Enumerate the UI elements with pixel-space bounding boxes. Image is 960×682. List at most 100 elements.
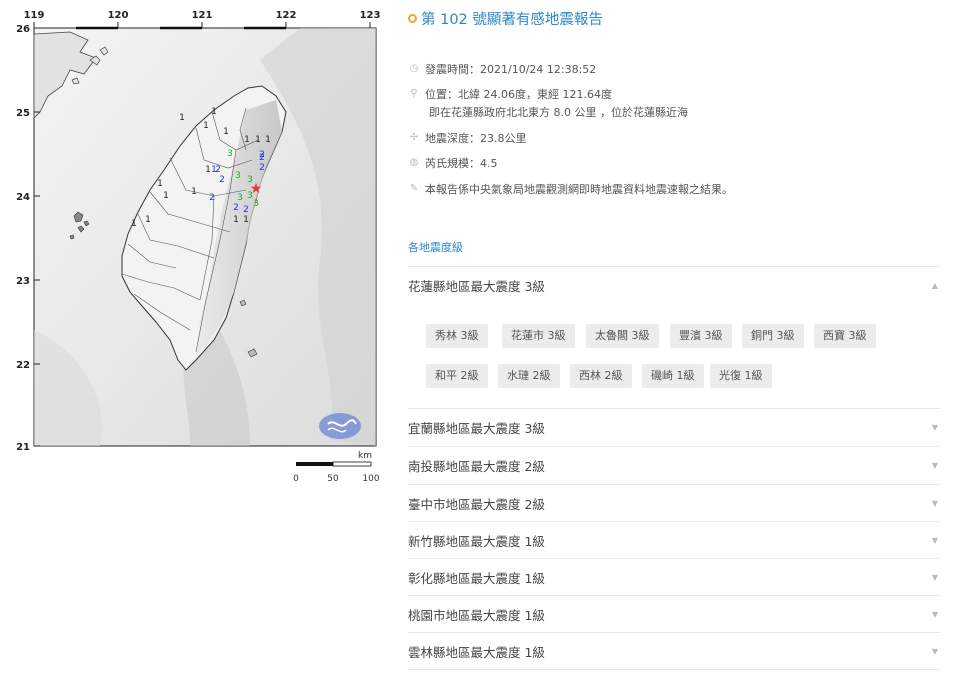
origin-time-text: 發震時間：2021/10/24 12:38:52 xyxy=(425,63,597,76)
intensity-map-graphic: 119 120 121 122 123 262524232221 11 111111 111… xyxy=(16,10,381,484)
chevron-down-icon: ▼ xyxy=(931,499,938,508)
station-intensity-mark: 2 xyxy=(219,175,225,185)
station-intensity-mark: 2 xyxy=(233,203,239,213)
svg-text:km: km xyxy=(358,451,372,461)
report-title-text: 第 102 號顯著有感地震報告 xyxy=(421,12,603,28)
station-tag: 銅門 3級 xyxy=(742,324,804,348)
station-intensity-mark: 1 xyxy=(203,121,209,131)
station-intensity-mark: 3 xyxy=(237,193,243,203)
chevron-down-icon: ▼ xyxy=(931,646,938,656)
latitude-label: 21 xyxy=(16,442,30,453)
station-intensity-mark: 1 xyxy=(131,219,137,229)
station-intensity-mark: 1 xyxy=(223,127,229,137)
station-tag: 和平 2級 xyxy=(426,364,488,388)
chevron-down-icon: ▼ xyxy=(931,573,938,582)
station-intensity-mark: 1 xyxy=(265,135,271,145)
magnitude: ◍ 芮氏規模：4.5 xyxy=(408,155,498,171)
station-tag: 豐濱 3級 xyxy=(670,324,732,348)
station-intensity-mark: 1 xyxy=(255,135,261,145)
scale-bar: km 0 50 100 xyxy=(293,451,380,484)
location-detail: 即在花蓮縣政府北北東方 8.0 公里 ，位於花蓮縣近海 xyxy=(429,106,688,119)
station-tag: 秀林 3級 xyxy=(426,324,488,348)
intensity-section-label: 各地震度級 xyxy=(408,241,463,254)
svg-text:0: 0 xyxy=(293,474,299,484)
longitude-label: 121 xyxy=(192,10,213,21)
svg-text:100: 100 xyxy=(362,474,379,484)
station-intensity-mark: 1 xyxy=(211,107,217,117)
svg-text:50: 50 xyxy=(327,474,339,484)
longitude-label: 123 xyxy=(360,10,381,21)
chevron-up-icon: ▲ xyxy=(931,281,938,290)
station-intensity-mark: 2 xyxy=(243,205,249,215)
chevron-down-icon: ▼ xyxy=(931,461,938,470)
longitude-label: 119 xyxy=(24,10,45,21)
station-intensity-mark: 1 xyxy=(205,165,211,175)
latitude-label: 22 xyxy=(16,360,30,371)
latitude-label: 24 xyxy=(16,192,30,203)
latitude-label: 23 xyxy=(16,276,30,287)
station-intensity-mark: 3 xyxy=(235,171,241,181)
station-intensity-mark: 2 xyxy=(209,193,215,203)
station-tag: 水璉 2級 xyxy=(498,364,560,388)
latitude-label: 25 xyxy=(16,108,30,119)
region-label: 桃園市地區最大震度 1級 xyxy=(408,608,545,623)
longitude-label: 122 xyxy=(276,10,297,21)
station-intensity-mark: 1 xyxy=(243,215,249,225)
region-row-yilan[interactable]: 宜蘭縣地區最大震度 3級 ▼ xyxy=(408,408,940,446)
title-bullet-icon xyxy=(408,14,417,23)
region-label: 花蓮縣地區最大震度 3級 xyxy=(408,279,545,294)
chevron-down-icon: ▼ xyxy=(931,610,938,619)
region-row-changhua[interactable]: 彰化縣地區最大震度 1級 ▼ xyxy=(408,558,940,596)
station-intensity-mark: 1 xyxy=(145,215,151,225)
chevron-down-icon: ▼ xyxy=(931,536,938,545)
origin-time: ◷ 發震時間：2021/10/24 12:38:52 xyxy=(408,61,597,77)
magnitude-text: 芮氏規模：4.5 xyxy=(425,157,498,170)
station-intensity-mark: 3 xyxy=(253,199,259,209)
pencil-icon: ✎ xyxy=(409,183,419,194)
magnitude-icon: ◍ xyxy=(409,157,419,168)
station-intensity-mark: 2 xyxy=(259,163,265,173)
region-row-taichung[interactable]: 臺中市地區最大震度 2級 ▼ xyxy=(408,484,940,522)
region-row-nantou[interactable]: 南投縣地區最大震度 2級 ▼ xyxy=(408,446,940,484)
chevron-down-icon: ▼ xyxy=(931,423,938,432)
longitude-label: 120 xyxy=(108,10,129,21)
report-title: 第 102 號顯著有感地震報告 xyxy=(408,8,603,29)
region-label: 新竹縣地區最大震度 1級 xyxy=(408,534,545,549)
station-tag: 太魯閣 3級 xyxy=(586,324,659,348)
station-intensity-mark: 1 xyxy=(233,215,239,225)
station-tag: 西林 2級 xyxy=(570,364,632,388)
station-tag: 光復 1級 xyxy=(710,364,772,388)
map-pin-icon: ⚲ xyxy=(410,88,418,99)
station-intensity-mark: 3 xyxy=(227,149,233,159)
region-row-hualien[interactable]: 花蓮縣地區最大震度 3級 ▲ xyxy=(408,266,940,304)
region-row-hsinchu-county[interactable]: 新竹縣地區最大震度 1級 ▼ xyxy=(408,521,940,559)
station-intensity-mark: 1 xyxy=(191,187,197,197)
location-text: 位置：北緯 24.06度，東經 121.64度 xyxy=(425,88,612,101)
depth-text: 地震深度：23.8公里 xyxy=(425,132,527,145)
focal-depth: ✢ 地震深度：23.8公里 xyxy=(408,130,527,146)
region-label: 彰化縣地區最大震度 1級 xyxy=(408,571,545,586)
station-tag: 西寶 3級 xyxy=(814,324,876,348)
station-intensity-mark: 1 xyxy=(244,135,250,145)
latitude-label: 26 xyxy=(16,24,30,35)
epicenter-star-icon: ★ xyxy=(250,181,263,197)
region-label: 宜蘭縣地區最大震度 3級 xyxy=(408,421,545,436)
station-intensity-mark: 1 xyxy=(211,165,217,175)
station-intensity-mark: 1 xyxy=(179,113,185,123)
clock-icon: ◷ xyxy=(409,63,419,74)
station-intensity-mark: 1 xyxy=(157,179,163,189)
station-tag: 花蓮市 3級 xyxy=(502,324,575,348)
intensity-map: 119 120 121 122 123 26 25 24 23 22 21 11111111111… xyxy=(0,0,392,490)
cwb-logo xyxy=(319,413,361,439)
region-row-taoyuan[interactable]: 桃園市地區最大震度 1級 ▼ xyxy=(408,595,940,633)
longitude-labels: 119 120 121 122 123 xyxy=(24,10,381,28)
station-tag: 磯崎 1級 xyxy=(642,364,704,388)
station-intensity-mark: 1 xyxy=(163,191,169,201)
note-text: 本報告係中央氣象局地震觀測網即時地震資料地震速報之結果。 xyxy=(425,183,733,196)
region-label: 雲林縣地區最大震度 1級 xyxy=(408,644,545,660)
station-intensity-mark: 2 xyxy=(259,150,265,160)
depth-icon: ✢ xyxy=(409,132,419,143)
region-row-yunlin[interactable]: 雲林縣地區最大震度 1級 ▼ xyxy=(408,632,940,670)
region-label: 臺中市地區最大震度 2級 xyxy=(408,497,545,512)
epicenter-location: ⚲ 位置：北緯 24.06度，東經 121.64度 xyxy=(408,86,612,102)
